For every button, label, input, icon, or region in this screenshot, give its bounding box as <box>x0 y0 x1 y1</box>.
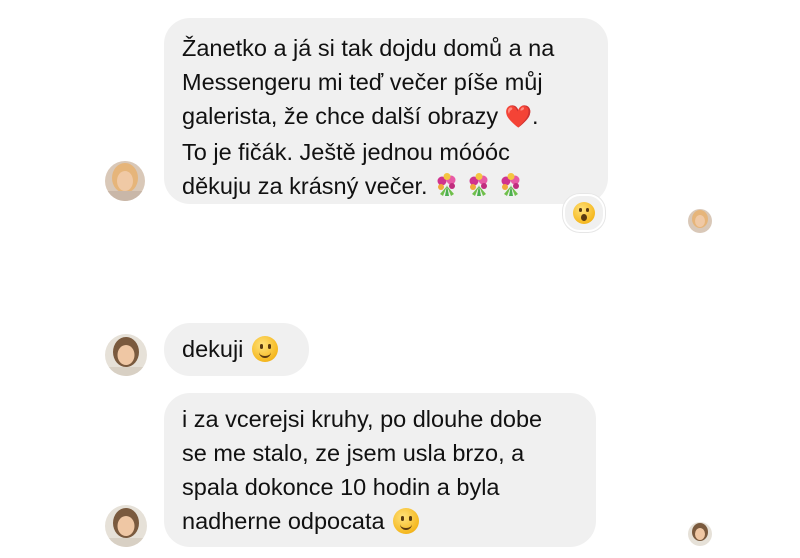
message-punctuation: . <box>532 103 539 129</box>
message-bubble-1[interactable]: Žanetko a já si tak dojdu domů a na Mess… <box>164 18 608 204</box>
wow-reaction-badge[interactable] <box>563 194 605 232</box>
message-line: Žanetko a já si tak dojdu domů a na <box>182 35 555 61</box>
message-text: děkuju za krásný večer. <box>182 173 428 199</box>
message-line: se me stalo, ze jsem usla brzo, a <box>182 440 525 466</box>
message-text: dekuji <box>182 336 244 362</box>
message-line: i za vcerejsi kruhy, po dlouhe dobe <box>182 406 543 432</box>
message-text: nadherne odpocata <box>182 508 385 534</box>
message-line: To je fičák. Ještě jednou móóóc <box>182 139 510 165</box>
avatar-photo <box>105 505 147 547</box>
message-line: spala dokonce 10 hodin a byla <box>182 474 500 500</box>
message-line: Messengeru mi teď večer píše můj <box>182 69 543 95</box>
message-line-with-flowers: děkuju za krásný večer. <box>182 169 590 203</box>
smile-emoji-icon <box>251 336 278 362</box>
sender-avatar-brunette[interactable] <box>105 505 147 547</box>
bouquet-emoji-icon <box>469 173 488 196</box>
message-line-with-smile: nadherne odpocata <box>182 504 578 538</box>
read-receipt-avatar <box>688 209 712 233</box>
message-bubble-2[interactable]: dekuji <box>164 323 309 376</box>
avatar-photo <box>688 522 712 546</box>
smile-emoji-icon <box>393 508 420 534</box>
read-receipt-avatar <box>688 522 712 546</box>
heart-emoji-icon: ❤️ <box>504 105 533 130</box>
wow-emoji-icon <box>573 202 595 224</box>
bouquet-emoji-icon <box>437 173 456 196</box>
avatar-photo <box>688 209 712 233</box>
bouquet-emoji-icon <box>501 173 520 196</box>
message-text: galerista, že chce další obrazy <box>182 103 499 129</box>
message-line-with-heart: galerista, že chce další obrazy ❤️. <box>182 99 590 135</box>
avatar-photo <box>105 334 147 376</box>
avatar-photo <box>105 161 145 201</box>
message-bubble-3[interactable]: i za vcerejsi kruhy, po dlouhe dobe se m… <box>164 393 596 547</box>
sender-avatar-blonde[interactable] <box>105 161 145 201</box>
sender-avatar-brunette[interactable] <box>105 334 147 376</box>
chat-thread: Žanetko a já si tak dojdu domů a na Mess… <box>0 0 800 558</box>
